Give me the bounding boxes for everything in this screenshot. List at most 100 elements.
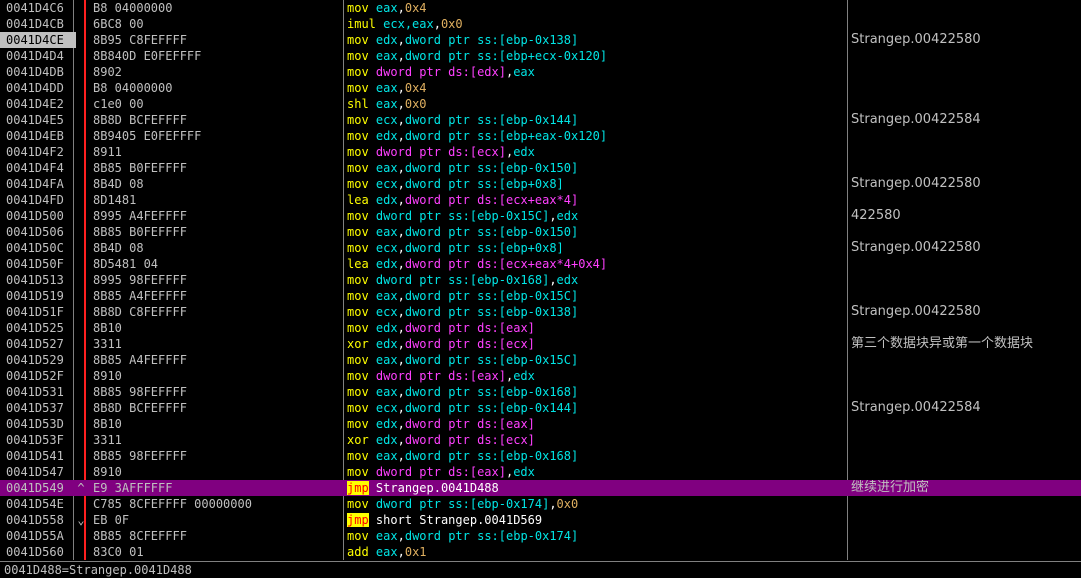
operand-separator: ,: [397, 129, 405, 143]
instruction-row[interactable]: 0041D4FD 8D1481 lea edx,dword ptr ds:[ecx+…: [0, 192, 1081, 208]
mnemonic: mov: [347, 161, 369, 175]
instruction-row[interactable]: 0041D54E C785 8CFEFFFF 00000000 mov dword …: [0, 496, 1081, 512]
jump-marker: [76, 80, 86, 96]
hex-bytes-cell: 8B85 B0FEFFFF: [93, 161, 187, 175]
current-instruction-row[interactable]: 0041D549 ^ E9 3AFFFFFF jmp Strangep.0041D48…: [0, 480, 1081, 496]
instruction-row[interactable]: 0041D4DD B8 04000000 mov eax,0x4: [0, 80, 1081, 96]
disassembly-cell: add eax,0x1: [347, 544, 843, 560]
instruction-row[interactable]: 0041D4FA 8B4D 08 mov ecx,dword ptr ss:[ebp…: [0, 176, 1081, 192]
instruction-row[interactable]: 0041D4DB 8902 mov dword ptr ds:[edx],eax: [0, 64, 1081, 80]
instruction-row[interactable]: 0041D558 ⌄ EB 0F jmp short Strangep.0041D56…: [0, 512, 1081, 528]
disassembly-cell: xor edx,dword ptr ds:[ecx]: [347, 432, 843, 448]
mnemonic: xor: [347, 337, 369, 351]
comment-cell: Strangep.00422580: [851, 304, 981, 319]
jump-marker: [76, 368, 86, 384]
comment-cell: [851, 432, 1081, 448]
jump-marker: [76, 128, 86, 144]
operand: Strangep.0041D488: [375, 481, 499, 495]
instruction-row[interactable]: 0041D537 8B8D BCFEFFFF mov ecx,dword ptr s…: [0, 400, 1081, 416]
instruction-row[interactable]: 0041D53D 8B10 mov edx,dword ptr ds:[eax]: [0, 416, 1081, 432]
operand: eax: [375, 529, 398, 543]
instruction-row[interactable]: 0041D513 8995 98FEFFFF mov dword ptr ss:[e…: [0, 272, 1081, 288]
instruction-row[interactable]: 0041D531 8B85 98FEFFFF mov eax,dword ptr s…: [0, 384, 1081, 400]
operand: edx: [375, 337, 398, 351]
instruction-row[interactable]: 0041D4EB 8B9405 E0FEFFFF mov edx,dword ptr…: [0, 128, 1081, 144]
instruction-row[interactable]: 0041D4CB 6BC8 00 imul ecx,eax,0x0: [0, 16, 1081, 32]
instruction-row[interactable]: 0041D4E5 8B8D BCFEFFFF mov ecx,dword ptr s…: [0, 112, 1081, 128]
instruction-row[interactable]: 0041D525 8B10 mov edx,dword ptr ds:[eax]: [0, 320, 1081, 336]
mnemonic: mov: [347, 465, 369, 479]
instruction-row[interactable]: 0041D527 3311 xor edx,dword ptr ds:[ecx] 第三…: [0, 336, 1081, 352]
instruction-row[interactable]: 0041D4F4 8B85 B0FEFFFF mov eax,dword ptr s…: [0, 160, 1081, 176]
mnemonic: mov: [347, 273, 369, 287]
operand: eax: [375, 449, 398, 463]
jump-marker: [76, 48, 86, 64]
operand: ecx: [375, 241, 398, 255]
jump-marker: [76, 0, 86, 16]
comment-cell: [851, 16, 1081, 32]
instruction-row[interactable]: 0041D53F 3311 xor edx,dword ptr ds:[ecx]: [0, 432, 1081, 448]
instruction-row[interactable]: 0041D50F 8D5481 04 lea edx,dword ptr ds:[e…: [0, 256, 1081, 272]
disassembly-cell: mov dword ptr ds:[eax],edx: [347, 464, 843, 480]
instruction-row[interactable]: 0041D4C6 B8 04000000 mov eax,0x4: [0, 0, 1081, 16]
instruction-row[interactable]: 0041D50C 8B4D 08 mov ecx,dword ptr ss:[ebp…: [0, 240, 1081, 256]
jump-marker: [76, 32, 86, 48]
address-cell: 0041D50F: [6, 257, 64, 271]
address-cell: 0041D4EB: [6, 129, 64, 143]
address-cell: 0041D55A: [6, 529, 64, 543]
operand: dword ptr ss:[ebp-0x168]: [404, 385, 579, 399]
mnemonic: mov: [347, 369, 369, 383]
comment-cell: [851, 352, 1081, 368]
instruction-row[interactable]: 0041D519 8B85 A4FEFFFF mov eax,dword ptr s…: [0, 288, 1081, 304]
mnemonic: shl: [347, 97, 369, 111]
operand: 0x0: [556, 497, 579, 511]
comment-cell: Strangep.00422580: [851, 240, 981, 255]
mnemonic: mov: [347, 353, 369, 367]
address-cell: 0041D4FD: [6, 193, 64, 207]
operand-separator: ,: [397, 177, 405, 191]
instruction-row[interactable]: 0041D52F 8910 mov dword ptr ds:[eax],edx: [0, 368, 1081, 384]
disassembly-cell: mov dword ptr ds:[edx],eax: [347, 64, 843, 80]
operand: edx: [513, 465, 535, 479]
instruction-row[interactable]: 0041D4F2 8911 mov dword ptr ds:[ecx],edx: [0, 144, 1081, 160]
comment-cell: [851, 48, 1081, 64]
instruction-row[interactable]: 0041D4CE 8B95 C8FEFFFF mov edx,dword ptr s…: [0, 32, 1081, 48]
hex-bytes-cell: B8 04000000: [93, 1, 173, 15]
operand-separator: ,: [397, 33, 405, 47]
operand: edx: [375, 33, 398, 47]
jump-marker: [76, 112, 86, 128]
instruction-row[interactable]: 0041D560 83C0 01 add eax,0x1: [0, 544, 1081, 560]
operand: dword ptr ss:[ebp-0x168]: [375, 273, 550, 287]
operand-separator: ,: [397, 193, 405, 207]
operand-separator: ,: [397, 385, 405, 399]
operand: dword ptr ds:[ecx+eax*4+0x4]: [404, 257, 608, 271]
operand: edx: [556, 209, 579, 223]
mnemonic: mov: [347, 113, 369, 127]
instruction-row[interactable]: 0041D4E2 c1e0 00 shl eax,0x0: [0, 96, 1081, 112]
disassembly-cell: jmp short Strangep.0041D569: [347, 512, 843, 528]
operand-separator: ,: [397, 353, 405, 367]
comment-cell: [851, 256, 1081, 272]
instruction-row[interactable]: 0041D529 8B85 A4FEFFFF mov eax,dword ptr s…: [0, 352, 1081, 368]
disassembly-cell: jmp Strangep.0041D488: [347, 480, 843, 496]
operand-separator: ,: [397, 1, 405, 15]
mnemonic: mov: [347, 225, 369, 239]
instruction-row[interactable]: 0041D541 8B85 98FEFFFF mov eax,dword ptr s…: [0, 448, 1081, 464]
disassembly-cell: mov dword ptr ss:[ebp-0x168],edx: [347, 272, 843, 288]
comment-cell: 422580: [851, 208, 901, 223]
instruction-row[interactable]: 0041D547 8910 mov dword ptr ds:[eax],edx: [0, 464, 1081, 480]
mnemonic: mov: [347, 1, 369, 15]
comment-cell: [851, 0, 1081, 16]
hex-bytes-cell: 8B10: [93, 417, 122, 431]
operand-separator: ,: [397, 433, 405, 447]
mnemonic: mov: [347, 385, 369, 399]
instruction-row[interactable]: 0041D506 8B85 B0FEFFFF mov eax,dword ptr s…: [0, 224, 1081, 240]
instruction-row[interactable]: 0041D55A 8B85 8CFEFFFF mov eax,dword ptr s…: [0, 528, 1081, 544]
instruction-row[interactable]: 0041D4D4 8B840D E0FEFFFF mov eax,dword ptr…: [0, 48, 1081, 64]
disassembly-pane[interactable]: 0041D4C6 B8 04000000 mov eax,0x4 0041D4CB 6B…: [0, 0, 1081, 560]
address-cell: 0041D4CB: [6, 17, 64, 31]
instruction-row[interactable]: 0041D500 8995 A4FEFFFF mov dword ptr ss:[e…: [0, 208, 1081, 224]
operand: ecx: [375, 305, 398, 319]
instruction-row[interactable]: 0041D51F 8B8D C8FEFFFF mov ecx,dword ptr s…: [0, 304, 1081, 320]
mnemonic: mov: [347, 241, 369, 255]
